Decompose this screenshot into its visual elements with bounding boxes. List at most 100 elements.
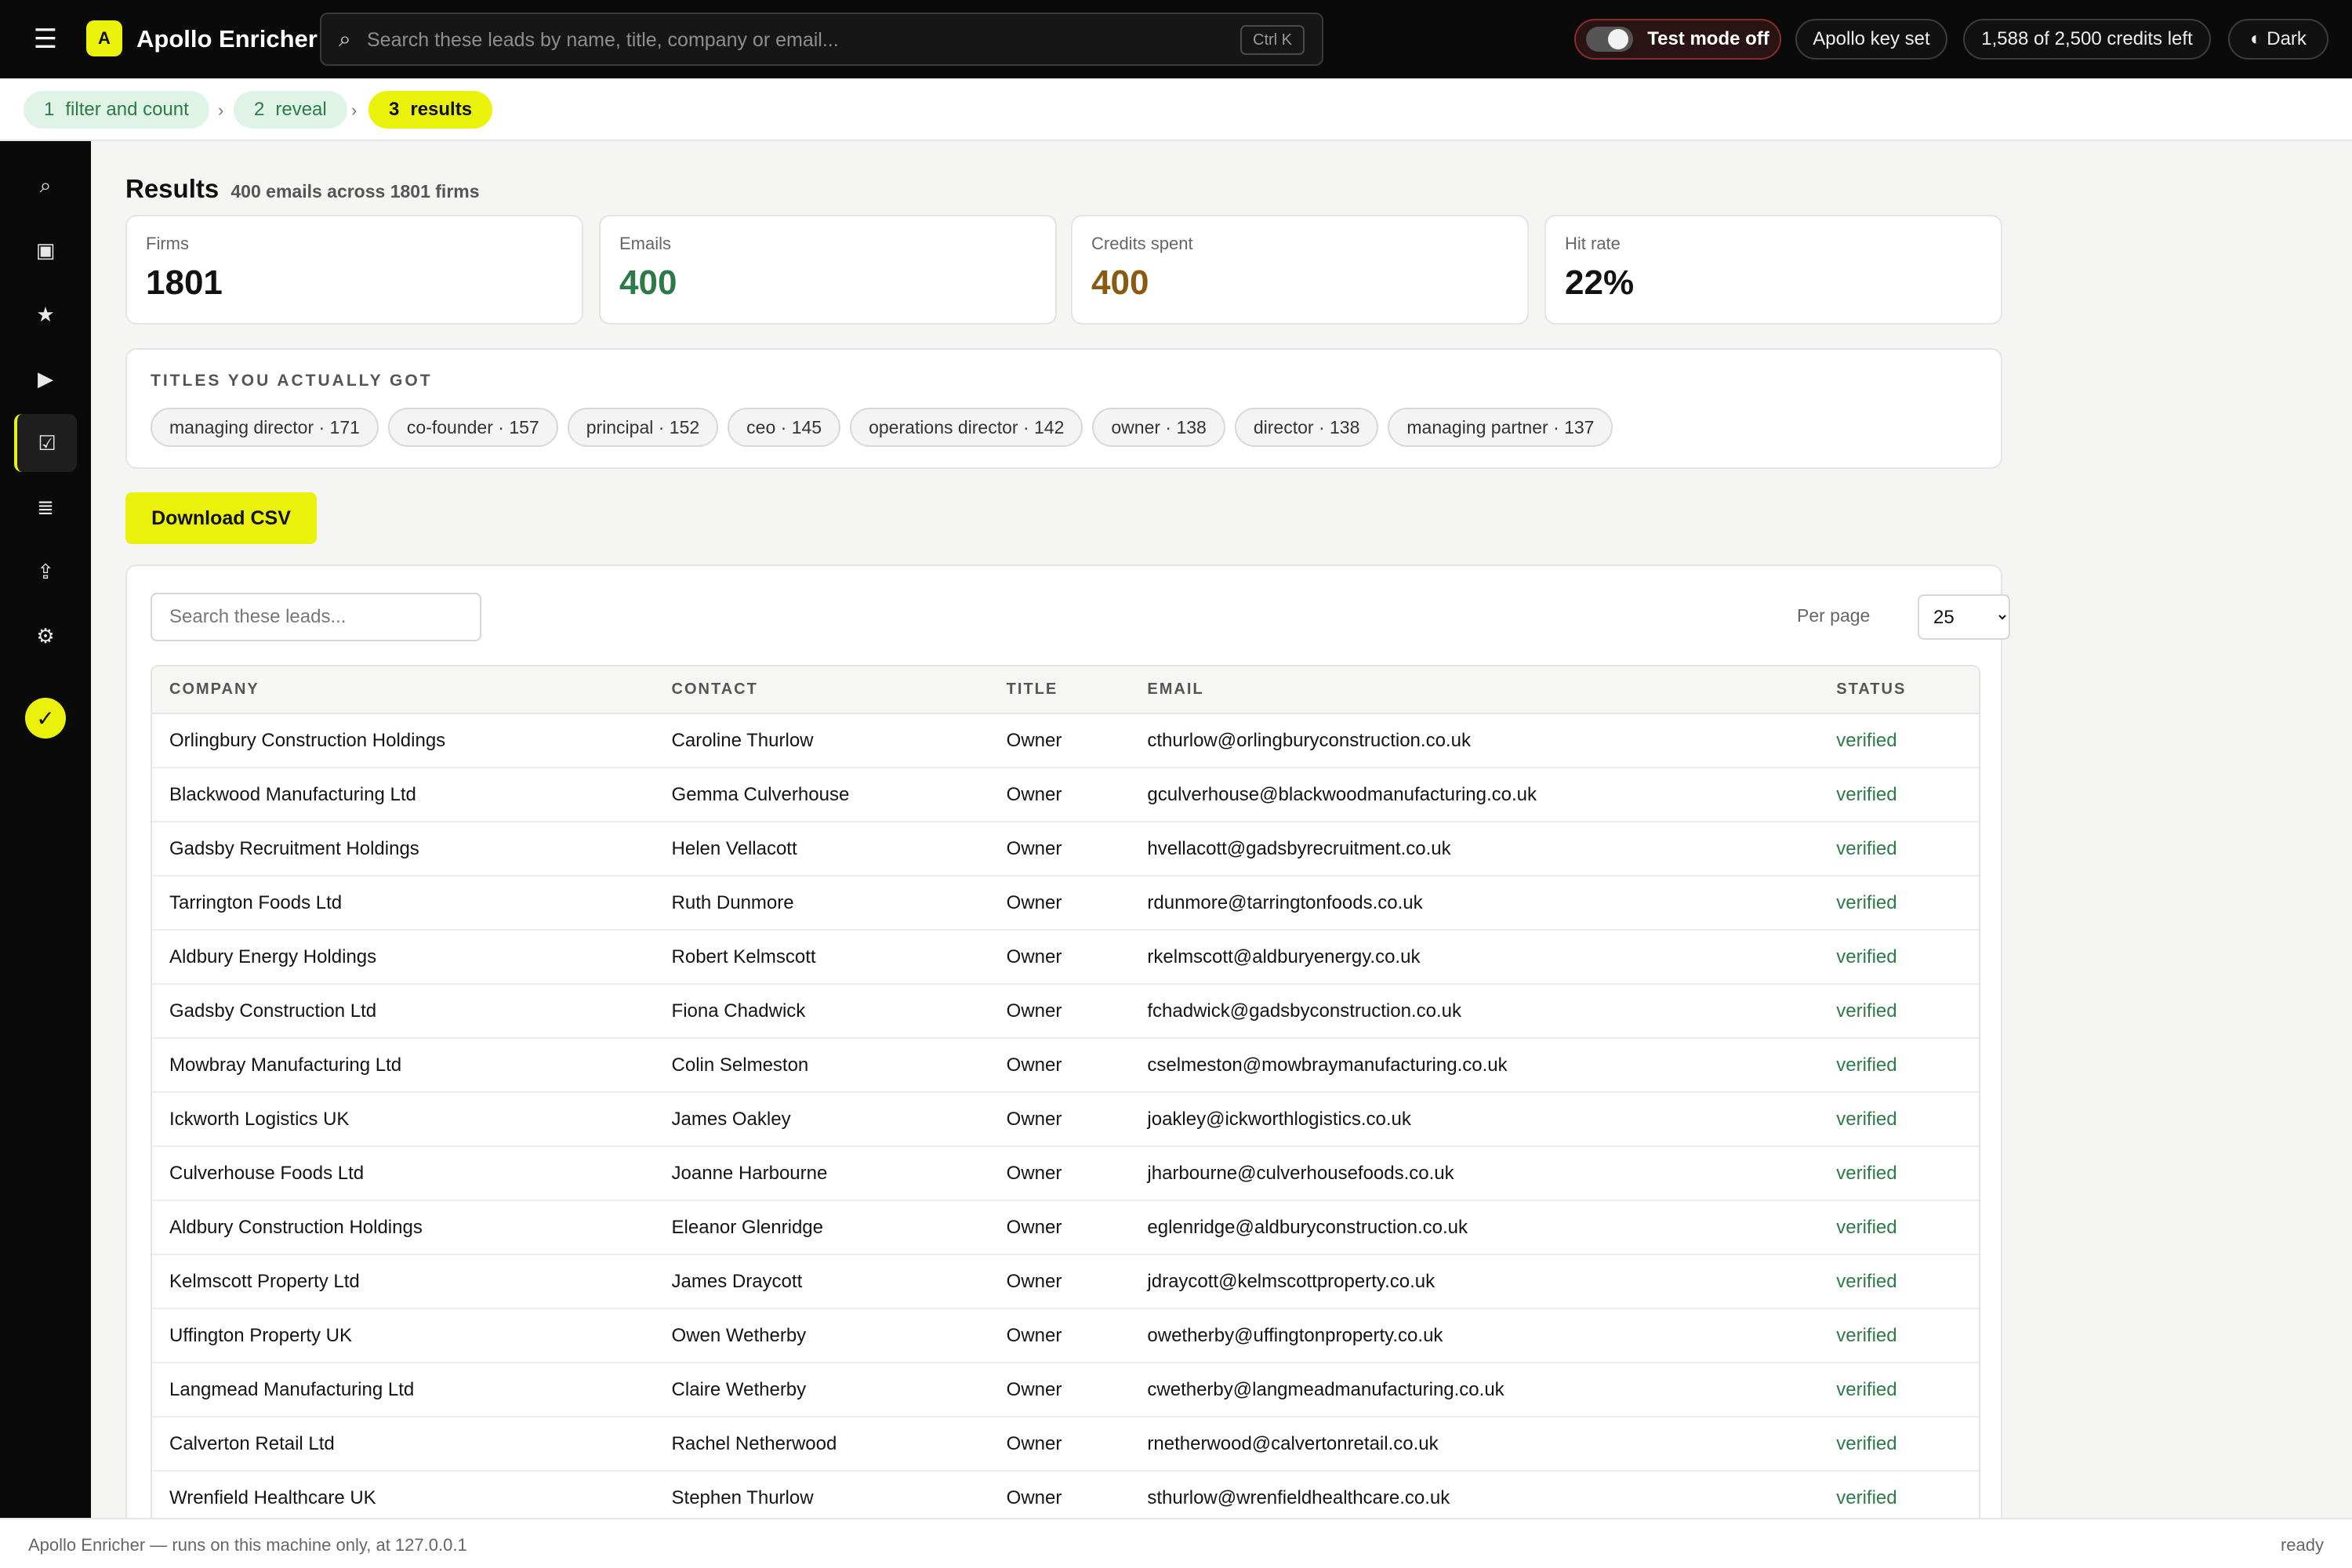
cell-status: verified <box>1819 768 1979 822</box>
cell-email[interactable]: rkelmscott@aldburyenergy.co.uk <box>1130 930 1820 985</box>
cell-email[interactable]: cwetherby@langmeadmanufacturing.co.uk <box>1130 1363 1820 1417</box>
cell-email[interactable]: eglenridge@aldburyconstruction.co.uk <box>1130 1200 1820 1255</box>
sidebar: ⌕ ▣ ★ ▶ ☑ ≣ ⇪ ⚙ ✓ <box>0 141 91 1518</box>
stat-value: 400 <box>1091 263 1149 302</box>
play-icon[interactable]: ▶ <box>14 350 77 408</box>
table-row[interactable]: Culverhouse Foods Ltd Joanne Harbourne Own… <box>152 1146 1979 1201</box>
api-key-status[interactable]: Apollo key set <box>1795 19 1947 60</box>
stat-card-hit-rate: Hit rate 22% <box>1544 215 2002 325</box>
title-chip[interactable]: owner · 138 <box>1092 408 1225 447</box>
stat-card-firms: Firms 1801 <box>125 215 583 325</box>
cell-contact: Ruth Dunmore <box>654 876 989 931</box>
cell-email[interactable]: joakley@ickworthlogistics.co.uk <box>1130 1092 1820 1147</box>
step-number: 3 <box>389 99 400 120</box>
footer-status: ready <box>2280 1535 2324 1555</box>
cell-status: verified <box>1819 1471 1979 1518</box>
cell-title: Owner <box>989 1038 1131 1093</box>
hamburger-menu-icon[interactable]: ☰ <box>28 24 63 55</box>
title-chip[interactable]: principal · 152 <box>567 408 719 447</box>
cell-email[interactable]: rdunmore@tarringtonfoods.co.uk <box>1130 876 1820 931</box>
cell-email[interactable]: rnetherwood@calvertonretail.co.uk <box>1130 1417 1820 1472</box>
toggle-switch[interactable] <box>1586 27 1634 52</box>
star-icon[interactable]: ★ <box>14 285 77 343</box>
step-filter-and-count[interactable]: 1 filter and count <box>24 91 209 129</box>
bulb-icon[interactable]: ⇪ <box>14 543 77 601</box>
title-chip[interactable]: co-founder · 157 <box>387 408 558 447</box>
table-body: Orlingbury Construction Holdings Caroline… <box>152 713 1979 1518</box>
table-row[interactable]: Orlingbury Construction Holdings Caroline… <box>152 713 1979 768</box>
table-row[interactable]: Tarrington Foods Ltd Ruth Dunmore Owner rdu… <box>152 876 1979 931</box>
table-row[interactable]: Aldbury Energy Holdings Robert Kelmscott O… <box>152 930 1979 985</box>
cell-company: Kelmscott Property Ltd <box>152 1254 655 1309</box>
per-page-select[interactable]: 25 <box>1918 594 2010 640</box>
cell-contact: Joanne Harbourne <box>654 1146 989 1201</box>
title-chip[interactable]: managing director · 171 <box>151 408 379 447</box>
cell-title: Owner <box>989 713 1131 768</box>
cell-contact: Fiona Chadwick <box>654 984 989 1039</box>
gear-icon[interactable]: ⚙ <box>14 607 77 665</box>
table-row[interactable]: Gadsby Recruitment Holdings Helen Vellaco… <box>152 822 1979 877</box>
title-chip[interactable]: ceo · 145 <box>728 408 841 447</box>
table-row[interactable]: Calverton Retail Ltd Rachel Netherwood Own… <box>152 1417 1979 1472</box>
test-mode-toggle[interactable]: Test mode off <box>1574 19 1781 60</box>
search-icon[interactable]: ⌕ <box>14 157 77 215</box>
cell-status: verified <box>1819 1308 1979 1363</box>
list-icon[interactable]: ≣ <box>14 478 77 536</box>
column-header-contact[interactable]: CONTACT <box>654 666 989 714</box>
step-results[interactable]: 3 results <box>368 91 493 129</box>
column-header-status[interactable]: STATUS <box>1819 666 1979 714</box>
cell-contact: James Oakley <box>654 1092 989 1147</box>
cell-email[interactable]: jdraycott@kelmscottproperty.co.uk <box>1130 1254 1820 1309</box>
leads-search-input[interactable] <box>151 593 481 641</box>
table-row[interactable]: Gadsby Construction Ltd Fiona Chadwick Own… <box>152 984 1979 1039</box>
title-chip[interactable]: managing partner · 137 <box>1388 408 1613 447</box>
checkbox-icon[interactable]: ☑ <box>14 414 77 472</box>
top-bar: ☰ A Apollo Enricher ⌕ Ctrl K Test mode o… <box>0 0 2352 78</box>
column-header-company[interactable]: COMPANY <box>152 666 655 714</box>
main-content: Results 400 emails across 1801 firms Fir… <box>91 141 2352 1518</box>
status-check-icon: ✓ <box>25 698 66 739</box>
step-reveal[interactable]: 2 reveal <box>234 91 347 129</box>
cell-status: verified <box>1819 1038 1979 1093</box>
table-row[interactable]: Wrenfield Healthcare UK Stephen Thurlow Ow… <box>152 1471 1979 1518</box>
cell-contact: Robert Kelmscott <box>654 930 989 985</box>
cell-company: Gadsby Construction Ltd <box>152 984 655 1039</box>
table-row[interactable]: Mowbray Manufacturing Ltd Colin Selmeston… <box>152 1038 1979 1093</box>
theme-toggle-button[interactable]: ◐ Dark <box>2228 19 2328 60</box>
step-label: filter and count <box>65 99 189 120</box>
cell-email[interactable]: sthurlow@wrenfieldhealthcare.co.uk <box>1130 1471 1820 1518</box>
table-row[interactable]: Uffington Property UK Owen Wetherby Owner o… <box>152 1308 1979 1363</box>
table-row[interactable]: Kelmscott Property Ltd James Draycott Owne… <box>152 1254 1979 1309</box>
cell-email[interactable]: owetherby@uffingtonproperty.co.uk <box>1130 1308 1820 1363</box>
table-row[interactable]: Langmead Manufacturing Ltd Claire Wetherb… <box>152 1363 1979 1417</box>
cell-email[interactable]: cthurlow@orlingburyconstruction.co.uk <box>1130 713 1820 768</box>
results-title: Results <box>125 174 220 203</box>
download-csv-button[interactable]: Download CSV <box>125 492 317 544</box>
title-chip[interactable]: director · 138 <box>1234 408 1379 447</box>
table-row[interactable]: Ickworth Logistics UK James Oakley Owner jo… <box>152 1092 1979 1147</box>
leads-table-card: Per page 25 COMPANY CONTACT TITLE EMAIL … <box>125 564 2010 1518</box>
cell-email[interactable]: cselmeston@mowbraymanufacturing.co.uk <box>1130 1038 1820 1093</box>
cell-email[interactable]: hvellacott@gadsbyrecruitment.co.uk <box>1130 822 1820 877</box>
cell-company: Calverton Retail Ltd <box>152 1417 655 1472</box>
title-chip[interactable]: operations director · 142 <box>850 408 1083 447</box>
stop-icon[interactable]: ▣ <box>14 221 77 279</box>
cell-contact: Gemma Culverhouse <box>654 768 989 822</box>
table-row[interactable]: Blackwood Manufacturing Ltd Gemma Culverh… <box>152 768 1979 822</box>
search-shortcut-hint: Ctrl K <box>1240 25 1305 55</box>
cell-title: Owner <box>989 1363 1131 1417</box>
column-header-email[interactable]: EMAIL <box>1130 666 1820 714</box>
table-row[interactable]: Aldbury Construction Holdings Eleanor Gle… <box>152 1200 1979 1255</box>
page-title: Results 400 emails across 1801 firms <box>125 174 480 204</box>
global-search[interactable]: ⌕ Ctrl K <box>320 13 1323 66</box>
cell-title: Owner <box>989 822 1131 877</box>
cell-status: verified <box>1819 1146 1979 1201</box>
cell-company: Orlingbury Construction Holdings <box>152 713 655 768</box>
cell-email[interactable]: gculverhouse@blackwoodmanufacturing.co.u… <box>1130 768 1820 822</box>
cell-email[interactable]: fchadwick@gadsbyconstruction.co.uk <box>1130 984 1820 1039</box>
global-search-input[interactable] <box>367 24 1151 56</box>
column-header-title[interactable]: TITLE <box>989 666 1131 714</box>
cell-contact: Colin Selmeston <box>654 1038 989 1093</box>
cell-title: Owner <box>989 1092 1131 1147</box>
cell-email[interactable]: jharbourne@culverhousefoods.co.uk <box>1130 1146 1820 1201</box>
